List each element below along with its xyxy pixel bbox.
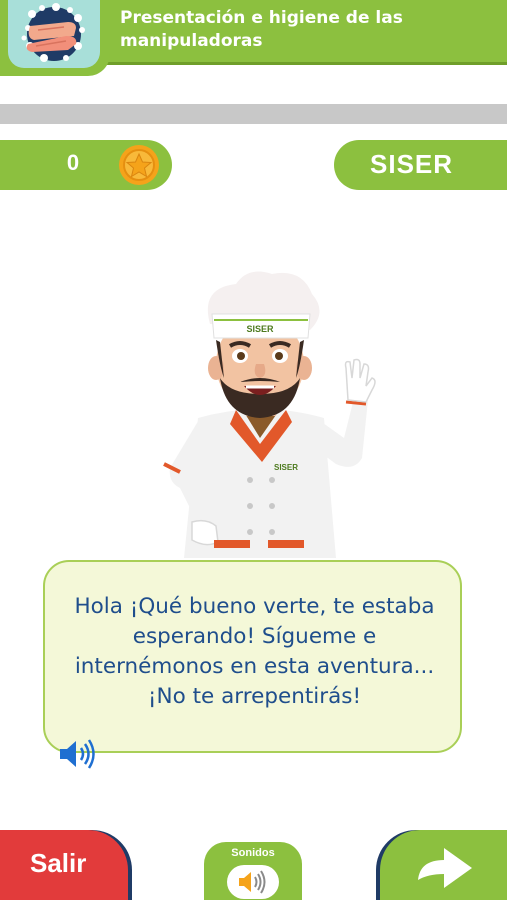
brand-name: SISER <box>370 149 454 179</box>
dialog-text: Hola ¡Qué bueno verte, te estaba esperan… <box>74 594 435 709</box>
exit-button-label: Salir <box>30 848 87 878</box>
svg-text:SISER: SISER <box>274 463 298 472</box>
handwashing-icon <box>8 0 100 68</box>
star-coin-icon <box>119 145 159 185</box>
next-button[interactable] <box>380 830 507 900</box>
progress-bar <box>0 104 507 124</box>
lesson-title: Presentación e higiene de las manipulado… <box>120 8 403 51</box>
speech-bubble: Hola ¡Qué bueno verte, te estaba esperan… <box>43 560 462 753</box>
speaker-icon <box>60 739 95 769</box>
speaker-icon <box>239 870 266 894</box>
svg-text:SISER: SISER <box>246 324 274 334</box>
play-audio-button[interactable] <box>56 736 100 772</box>
score-counter: 0 <box>0 140 172 190</box>
sounds-toggle-button[interactable]: Sonidos <box>204 842 302 900</box>
brand-logo: SISER <box>334 140 507 190</box>
header-icon-container <box>0 0 110 76</box>
sounds-label: Sonidos <box>231 847 275 859</box>
arrow-right-icon <box>418 848 472 888</box>
chef-character: SISER SISER <box>163 271 376 558</box>
exit-button[interactable]: Salir <box>0 830 128 900</box>
score-value: 0 <box>66 150 80 175</box>
sounds-toggle-knob <box>227 865 279 899</box>
